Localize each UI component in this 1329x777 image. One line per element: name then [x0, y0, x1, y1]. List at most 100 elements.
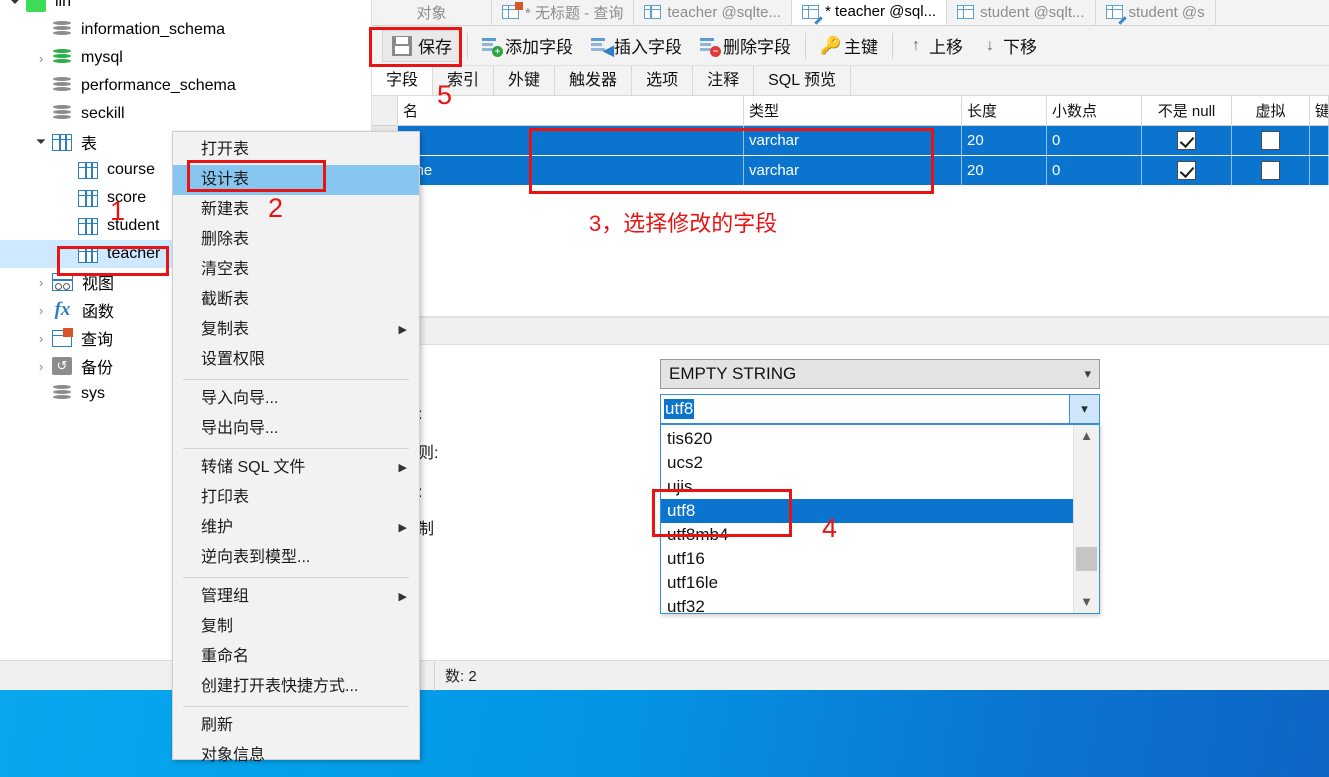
cell-field-name[interactable]: ame: [398, 156, 744, 185]
chevron-down-icon[interactable]: ⏷: [4, 0, 26, 10]
charset-combobox-value[interactable]: utf8: [661, 395, 1069, 423]
column-header-virtual[interactable]: 虚拟: [1232, 96, 1310, 125]
cell-key[interactable]: [1310, 126, 1329, 155]
charset-dropdown-button[interactable]: ▾: [1069, 395, 1099, 423]
context-menu-item-14[interactable]: 维护 ▶: [173, 513, 419, 543]
column-header-not-null[interactable]: 不是 null: [1142, 96, 1232, 125]
context-menu-item-5[interactable]: 截断表: [173, 285, 419, 315]
designer-subtab-0[interactable]: 字段: [372, 66, 434, 95]
context-menu-item-19[interactable]: 重命名: [173, 642, 419, 672]
cell-field-decimals[interactable]: 0: [1047, 156, 1142, 185]
charset-option-utf8mb4[interactable]: utf8mb4: [661, 523, 1073, 547]
context-menu-item-7[interactable]: 设置权限: [173, 345, 419, 375]
tree-item-mysql[interactable]: › mysql: [0, 44, 371, 72]
designer-subtab-2[interactable]: 外键: [494, 66, 556, 95]
scroll-down-icon[interactable]: ▼: [1074, 591, 1099, 613]
virtual-checkbox[interactable]: [1261, 131, 1280, 150]
cell-not-null[interactable]: [1142, 126, 1232, 155]
column-header-type[interactable]: 类型: [744, 96, 962, 125]
context-menu-item-0[interactable]: 打开表: [173, 135, 419, 165]
cell-field-type[interactable]: varchar: [744, 156, 962, 185]
designer-subtab-3[interactable]: 触发器: [555, 66, 633, 95]
cell-field-decimals[interactable]: 0: [1047, 126, 1142, 155]
charset-option-ujis[interactable]: ujis: [661, 475, 1073, 499]
editor-tab-0[interactable]: 对象: [372, 0, 492, 25]
charset-option-list[interactable]: tis620 ucs2 ujis utf8 utf8mb4 utf16 utf16le utf…: [661, 425, 1073, 616]
context-menu-item-3[interactable]: 删除表: [173, 225, 419, 255]
cell-field-type[interactable]: varchar: [744, 126, 962, 155]
cell-field-length[interactable]: 20: [962, 126, 1047, 155]
context-menu-item-9[interactable]: 导入向导...: [173, 384, 419, 414]
context-menu-item-23[interactable]: 对象信息: [173, 741, 419, 771]
charset-option-utf8[interactable]: utf8: [661, 499, 1073, 523]
chevron-right-icon[interactable]: ›: [30, 275, 52, 290]
charset-option-tis620[interactable]: tis620: [661, 427, 1073, 451]
insert-field-button[interactable]: ◀ 插入字段: [582, 30, 691, 62]
cell-key[interactable]: [1310, 156, 1329, 185]
move-down-button[interactable]: ↓ 下移: [972, 30, 1046, 62]
scrollbar-thumb[interactable]: [1076, 547, 1097, 571]
charset-option-utf16[interactable]: utf16: [661, 547, 1073, 571]
designer-toolbar[interactable]: 保存 + 添加字段 ◀ 插入字段 − 删除字段 🔑 主键 ↑ 上移 ↓ 下移: [372, 26, 1329, 66]
context-menu-item-18[interactable]: 复制: [173, 612, 419, 642]
context-menu-item-22[interactable]: 刷新: [173, 711, 419, 741]
editor-tab-5[interactable]: student @s: [1095, 0, 1216, 25]
context-menu-item-13[interactable]: 打印表: [173, 483, 419, 513]
context-menu-item-20[interactable]: 创建打开表快捷方式...: [173, 672, 419, 702]
add-field-button[interactable]: + 添加字段: [473, 30, 582, 62]
editor-tab-4[interactable]: student @sqlt...: [947, 0, 1096, 25]
cell-not-null[interactable]: [1142, 156, 1232, 185]
default-value-combobox[interactable]: EMPTY STRING ▾: [660, 359, 1100, 389]
primary-key-button[interactable]: 🔑 主键: [811, 30, 887, 62]
context-menu-item-2[interactable]: 新建表: [173, 195, 419, 225]
charset-dropdown-list[interactable]: tis620 ucs2 ujis utf8 utf8mb4 utf16 utf16le utf…: [660, 424, 1100, 616]
designer-subtab-4[interactable]: 选项: [632, 66, 694, 95]
context-menu-item-1[interactable]: 设计表: [173, 165, 419, 195]
dropdown-scrollbar[interactable]: ▲ ▼: [1073, 425, 1099, 613]
context-menu-item-17[interactable]: 管理组 ▶: [173, 582, 419, 612]
table-row[interactable]: varchar 20 0: [372, 126, 1329, 156]
move-up-button[interactable]: ↑ 上移: [898, 30, 972, 62]
editor-tab-1[interactable]: * 无标题 - 查询: [492, 0, 635, 25]
tree-item-seckill[interactable]: seckill: [0, 100, 371, 128]
designer-subtab-6[interactable]: SQL 预览: [754, 66, 851, 95]
designer-subtab-5[interactable]: 注释: [693, 66, 755, 95]
context-menu-item-6[interactable]: 复制表 ▶: [173, 315, 419, 345]
save-button[interactable]: 保存: [382, 29, 462, 62]
not-null-checkbox[interactable]: [1177, 131, 1196, 150]
table-context-menu[interactable]: 打开表 设计表 新建表 删除表 清空表 截断表 复制表 ▶ 设置权限导入向导... 导出向导...…: [172, 131, 420, 764]
chevron-down-icon[interactable]: ⏷: [30, 134, 52, 150]
charset-option-ucs2[interactable]: ucs2: [661, 451, 1073, 475]
column-header-decimals[interactable]: 小数点: [1047, 96, 1142, 125]
tree-item-lin[interactable]: ⏷ lin: [0, 0, 371, 16]
column-header-length[interactable]: 长度: [962, 96, 1047, 125]
chevron-right-icon[interactable]: ›: [30, 331, 52, 346]
context-menu-item-4[interactable]: 清空表: [173, 255, 419, 285]
tree-item-information_schema[interactable]: information_schema: [0, 16, 371, 44]
scroll-up-icon[interactable]: ▲: [1074, 425, 1099, 447]
editor-tab-2[interactable]: teacher @sqlte...: [634, 0, 792, 25]
not-null-checkbox[interactable]: [1177, 161, 1196, 180]
cell-virtual[interactable]: [1232, 156, 1310, 185]
chevron-right-icon[interactable]: ›: [30, 51, 52, 66]
cell-field-name[interactable]: [398, 126, 744, 155]
editor-tab-3[interactable]: * teacher @sql...: [791, 0, 948, 25]
column-header-key[interactable]: 键: [1310, 96, 1329, 125]
designer-splitter[interactable]: ▶: [372, 317, 1329, 345]
editor-tab-strip[interactable]: 对象 * 无标题 - 查询 teacher @sqlte... * teacher @…: [372, 0, 1329, 26]
table-row[interactable]: amevarchar200: [372, 156, 1329, 186]
context-menu-item-10[interactable]: 导出向导...: [173, 414, 419, 444]
tree-item-performance_schema[interactable]: performance_schema: [0, 72, 371, 100]
context-menu-item-15[interactable]: 逆向表到模型...: [173, 543, 419, 573]
charset-combobox[interactable]: utf8 ▾: [660, 394, 1100, 424]
context-menu-item-12[interactable]: 转储 SQL 文件 ▶: [173, 453, 419, 483]
field-grid[interactable]: 名 类型 长度 小数点 不是 null 虚拟 键 varchar200ameva…: [372, 96, 1329, 241]
cell-virtual[interactable]: [1232, 126, 1310, 155]
chevron-right-icon[interactable]: ›: [30, 359, 52, 374]
charset-option-utf32[interactable]: utf32: [661, 595, 1073, 619]
cell-field-length[interactable]: 20: [962, 156, 1047, 185]
virtual-checkbox[interactable]: [1261, 161, 1280, 180]
charset-option-utf16le[interactable]: utf16le: [661, 571, 1073, 595]
delete-field-button[interactable]: − 删除字段: [691, 30, 800, 62]
designer-sub-tabs[interactable]: 字段 索引 外键 触发器 选项 注释 SQL 预览: [372, 66, 1329, 96]
